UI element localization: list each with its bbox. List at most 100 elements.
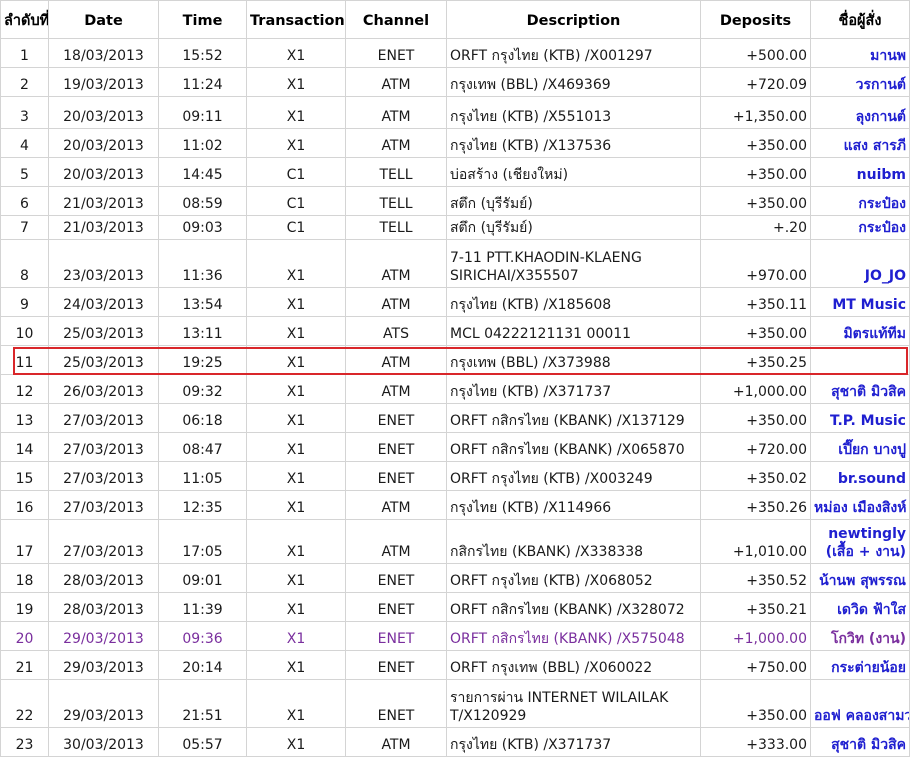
cell-description[interactable]: กสิกรไทย (KBANK) /X338338 — [446, 519, 701, 564]
cell-no[interactable]: 15 — [0, 461, 49, 491]
cell-description[interactable]: ORFT กสิกรไทย (KBANK) /X328072 — [446, 592, 701, 622]
cell-description[interactable]: กรุงไทย (KTB) /X185608 — [446, 287, 701, 317]
cell-sender-name[interactable]: กระป๋อง — [810, 186, 910, 216]
cell-time[interactable]: 17:05 — [158, 519, 247, 564]
cell-no[interactable]: 12 — [0, 374, 49, 404]
cell-description[interactable]: กรุงไทย (KTB) /X551013 — [446, 96, 701, 129]
cell-sender-name[interactable]: กระป๋อง — [810, 215, 910, 240]
cell-transaction[interactable]: X1 — [246, 38, 346, 68]
cell-description[interactable]: สตึก (บุรีรัมย์) — [446, 186, 701, 216]
cell-sender-name[interactable]: แสง สารภี — [810, 128, 910, 158]
cell-transaction[interactable]: X1 — [246, 519, 346, 564]
cell-channel[interactable]: ENET — [345, 650, 447, 680]
cell-time[interactable]: 11:36 — [158, 239, 247, 288]
cell-time[interactable]: 05:57 — [158, 727, 247, 757]
cell-transaction[interactable]: X1 — [246, 461, 346, 491]
cell-no[interactable]: 3 — [0, 96, 49, 129]
cell-date[interactable]: 24/03/2013 — [48, 287, 159, 317]
cell-time[interactable]: 13:54 — [158, 287, 247, 317]
cell-no[interactable]: 13 — [0, 403, 49, 433]
cell-channel[interactable]: ENET — [345, 461, 447, 491]
cell-deposit[interactable]: +720.09 — [700, 67, 811, 97]
cell-sender-name[interactable]: nuibm — [810, 157, 910, 187]
cell-deposit[interactable]: +970.00 — [700, 239, 811, 288]
cell-deposit[interactable]: +350.00 — [700, 157, 811, 187]
cell-channel[interactable]: TELL — [345, 215, 447, 240]
cell-description[interactable]: MCL 04222121131 00011 — [446, 316, 701, 346]
cell-channel[interactable]: ATM — [345, 239, 447, 288]
cell-sender-name[interactable]: โกวิท (งาน) — [810, 621, 910, 651]
cell-date[interactable]: 27/03/2013 — [48, 490, 159, 520]
cell-sender-name[interactable]: กระต่ายน้อย — [810, 650, 910, 680]
header-cell-channel[interactable]: Channel — [345, 0, 447, 39]
cell-transaction[interactable]: X1 — [246, 679, 346, 728]
cell-sender-name[interactable] — [810, 345, 910, 375]
cell-no[interactable]: 14 — [0, 432, 49, 462]
cell-transaction[interactable]: X1 — [246, 67, 346, 97]
cell-date[interactable]: 29/03/2013 — [48, 679, 159, 728]
cell-time[interactable]: 09:11 — [158, 96, 247, 129]
table-row[interactable]: 3 20/03/2013 09:11 X1 ATM กรุงไทย (KTB) /X551… — [0, 96, 910, 129]
cell-channel[interactable]: ATS — [345, 316, 447, 346]
table-row[interactable]: 7 21/03/2013 09:03 C1 TELL สตึก (บุรีรัมย์) +.… — [0, 215, 910, 240]
header-cell-date[interactable]: Date — [48, 0, 159, 39]
cell-sender-name[interactable]: สุชาติ มิวสิค — [810, 374, 910, 404]
table-row[interactable]: 6 21/03/2013 08:59 C1 TELL สตึก (บุรีรัมย์) +3… — [0, 186, 910, 216]
cell-time[interactable]: 13:11 — [158, 316, 247, 346]
cell-deposit[interactable]: +1,000.00 — [700, 621, 811, 651]
cell-no[interactable]: 16 — [0, 490, 49, 520]
cell-sender-name[interactable]: วรกานต์ — [810, 67, 910, 97]
cell-deposit[interactable]: +1,010.00 — [700, 519, 811, 564]
cell-no[interactable]: 4 — [0, 128, 49, 158]
table-row[interactable]: 20 29/03/2013 09:36 X1 ENET ORFT กสิกรไทย (KB… — [0, 621, 910, 651]
cell-time[interactable]: 09:36 — [158, 621, 247, 651]
cell-time[interactable]: 11:02 — [158, 128, 247, 158]
table-row[interactable]: 8 23/03/2013 11:36 X1 ATM 7-11 PTT.KHAODIN-KL… — [0, 239, 910, 288]
cell-transaction[interactable]: X1 — [246, 96, 346, 129]
cell-no[interactable]: 17 — [0, 519, 49, 564]
cell-description[interactable]: ORFT กรุงไทย (KTB) /X001297 — [446, 38, 701, 68]
cell-date[interactable]: 25/03/2013 — [48, 316, 159, 346]
cell-transaction[interactable]: X1 — [246, 432, 346, 462]
header-cell-sender-name[interactable]: ชื่อผู้สั่ง — [810, 0, 910, 39]
cell-transaction[interactable]: X1 — [246, 621, 346, 651]
table-row[interactable]: 19 28/03/2013 11:39 X1 ENET ORFT กสิกรไทย (KB… — [0, 592, 910, 622]
cell-no[interactable]: 8 — [0, 239, 49, 288]
cell-description[interactable]: ORFT กสิกรไทย (KBANK) /X575048 — [446, 621, 701, 651]
table-row[interactable]: 4 20/03/2013 11:02 X1 ATM กรุงไทย (KTB) /X137… — [0, 128, 910, 158]
cell-deposit[interactable]: +350.00 — [700, 316, 811, 346]
cell-channel[interactable]: TELL — [345, 186, 447, 216]
cell-no[interactable]: 6 — [0, 186, 49, 216]
cell-time[interactable]: 20:14 — [158, 650, 247, 680]
cell-no[interactable]: 5 — [0, 157, 49, 187]
cell-sender-name[interactable]: ลุงกานต์ — [810, 96, 910, 129]
table-row[interactable]: 13 27/03/2013 06:18 X1 ENET ORFT กสิกรไทย (KB… — [0, 403, 910, 433]
cell-no[interactable]: 18 — [0, 563, 49, 593]
cell-channel[interactable]: ATM — [345, 96, 447, 129]
cell-date[interactable]: 20/03/2013 — [48, 96, 159, 129]
cell-no[interactable]: 7 — [0, 215, 49, 240]
cell-description[interactable]: ORFT กรุงไทย (KTB) /X003249 — [446, 461, 701, 491]
header-cell-transaction[interactable]: Transaction — [246, 0, 346, 39]
table-row[interactable]: 18 28/03/2013 09:01 X1 ENET ORFT กรุงไทย (KTB… — [0, 563, 910, 593]
cell-time[interactable]: 14:45 — [158, 157, 247, 187]
cell-time[interactable]: 21:51 — [158, 679, 247, 728]
cell-sender-name[interactable]: br.sound — [810, 461, 910, 491]
cell-sender-name[interactable]: เปี๊ยก บางปู — [810, 432, 910, 462]
cell-sender-name[interactable]: น้านพ สุพรรณ — [810, 563, 910, 593]
cell-date[interactable]: 20/03/2013 — [48, 128, 159, 158]
cell-date[interactable]: 27/03/2013 — [48, 461, 159, 491]
table-row[interactable]: 11 25/03/2013 19:25 X1 ATM กรุงเทพ (BBL) /X37… — [0, 345, 910, 375]
cell-transaction[interactable]: X1 — [246, 287, 346, 317]
cell-sender-name[interactable]: หม่อง เมืองสิงห์ — [810, 490, 910, 520]
cell-channel[interactable]: ENET — [345, 38, 447, 68]
cell-sender-name[interactable]: newtingly (เสื้อ + งาน) — [810, 519, 910, 564]
cell-description[interactable]: กรุงไทย (KTB) /X114966 — [446, 490, 701, 520]
cell-channel[interactable]: ATM — [345, 287, 447, 317]
cell-description[interactable]: สตึก (บุรีรัมย์) — [446, 215, 701, 240]
cell-description[interactable]: ORFT กรุงเทพ (BBL) /X060022 — [446, 650, 701, 680]
cell-deposit[interactable]: +350.00 — [700, 186, 811, 216]
cell-transaction[interactable]: X1 — [246, 403, 346, 433]
cell-transaction[interactable]: X1 — [246, 239, 346, 288]
cell-deposit[interactable]: +350.25 — [700, 345, 811, 375]
